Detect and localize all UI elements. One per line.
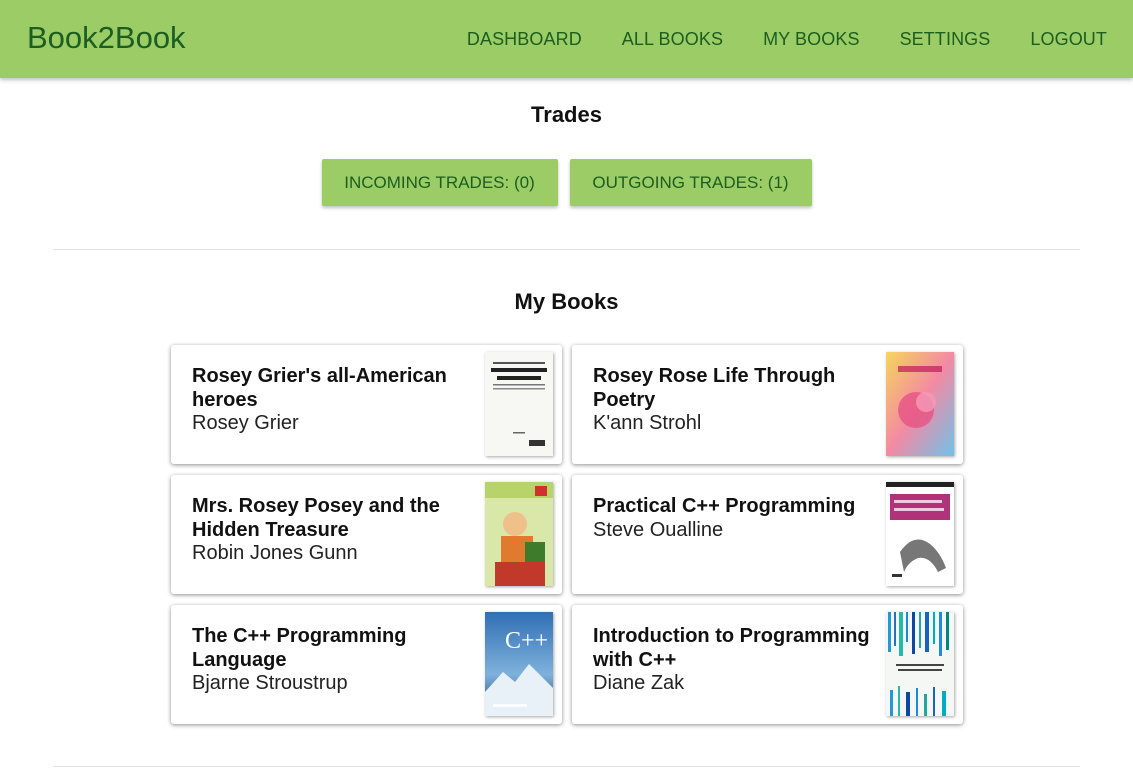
book-author: Bjarne Stroustrup (192, 672, 348, 694)
book-card[interactable]: The C++ Programming Language Bjarne Stro… (171, 605, 562, 724)
book-author: Steve Oualline (593, 518, 724, 541)
book-author: Robin Jones Gunn (192, 542, 358, 564)
book-card[interactable]: Introduction to Programming with C++ Dia… (572, 605, 963, 724)
book-author: K'ann Strohl (593, 412, 702, 434)
books-grid: Rosey Grier's all-American heroes Rosey … (171, 345, 963, 724)
nav-link-logout[interactable]: LOGOUT (1010, 0, 1133, 78)
book-title: Rosey Rose Life Through Poetry (593, 365, 836, 411)
book-cover-image: C++ (485, 612, 553, 716)
navbar: Book2Book DASHBOARD ALL BOOKS MY BOOKS S… (0, 0, 1133, 78)
divider (53, 766, 1080, 767)
book-author: Diane Zak (593, 672, 685, 694)
my-books-heading: My Books (514, 289, 619, 314)
trade-buttons: INCOMING TRADES: (0) OUTGOING TRADES: (1… (0, 159, 1133, 206)
book-title: Rosey Grier's all-American heroes (192, 365, 447, 411)
book-info: Introduction to Programming with C++ Dia… (593, 625, 878, 696)
nav-link-my-books[interactable]: MY BOOKS (743, 0, 880, 78)
book-info: Rosey Grier's all-American heroes Rosey … (192, 365, 477, 436)
brand-logo[interactable]: Book2Book (27, 19, 186, 57)
book-title: Practical C++ Programming (593, 495, 856, 517)
outgoing-trades-button[interactable]: OUTGOING TRADES: (1) (569, 159, 812, 206)
nav-link-all-books[interactable]: ALL BOOKS (602, 0, 743, 78)
book-cover-image (886, 482, 954, 586)
svg-text:C++: C++ (505, 628, 548, 654)
nav-link-dashboard[interactable]: DASHBOARD (447, 0, 602, 78)
book-info: Practical C++ Programming Steve Oualline (593, 495, 878, 542)
book-cover-image (886, 352, 954, 456)
book-author: Rosey Grier (192, 412, 299, 434)
nav-link-settings[interactable]: SETTINGS (880, 0, 1011, 78)
book-title: Introduction to Programming with C++ (593, 625, 870, 671)
book-info: Mrs. Rosey Posey and the Hidden Treasure… (192, 495, 477, 566)
incoming-trades-button[interactable]: INCOMING TRADES: (0) (321, 159, 558, 206)
book-title: The C++ Programming Language (192, 625, 407, 671)
trades-heading: Trades (531, 102, 602, 127)
book-cover-image (485, 352, 553, 456)
book-card[interactable]: Mrs. Rosey Posey and the Hidden Treasure… (171, 475, 562, 594)
divider (53, 249, 1080, 250)
book-title: Mrs. Rosey Posey and the Hidden Treasure (192, 495, 440, 541)
book-card[interactable]: Rosey Grier's all-American heroes Rosey … (171, 345, 562, 464)
book-cover-image (886, 612, 954, 716)
book-card[interactable]: Rosey Rose Life Through Poetry K'ann Str… (572, 345, 963, 464)
nav-links: DASHBOARD ALL BOOKS MY BOOKS SETTINGS LO… (447, 0, 1133, 78)
book-info: The C++ Programming Language Bjarne Stro… (192, 625, 477, 696)
book-card[interactable]: Practical C++ Programming Steve Oualline (572, 475, 963, 594)
book-cover-image (485, 482, 553, 586)
book-info: Rosey Rose Life Through Poetry K'ann Str… (593, 365, 878, 436)
